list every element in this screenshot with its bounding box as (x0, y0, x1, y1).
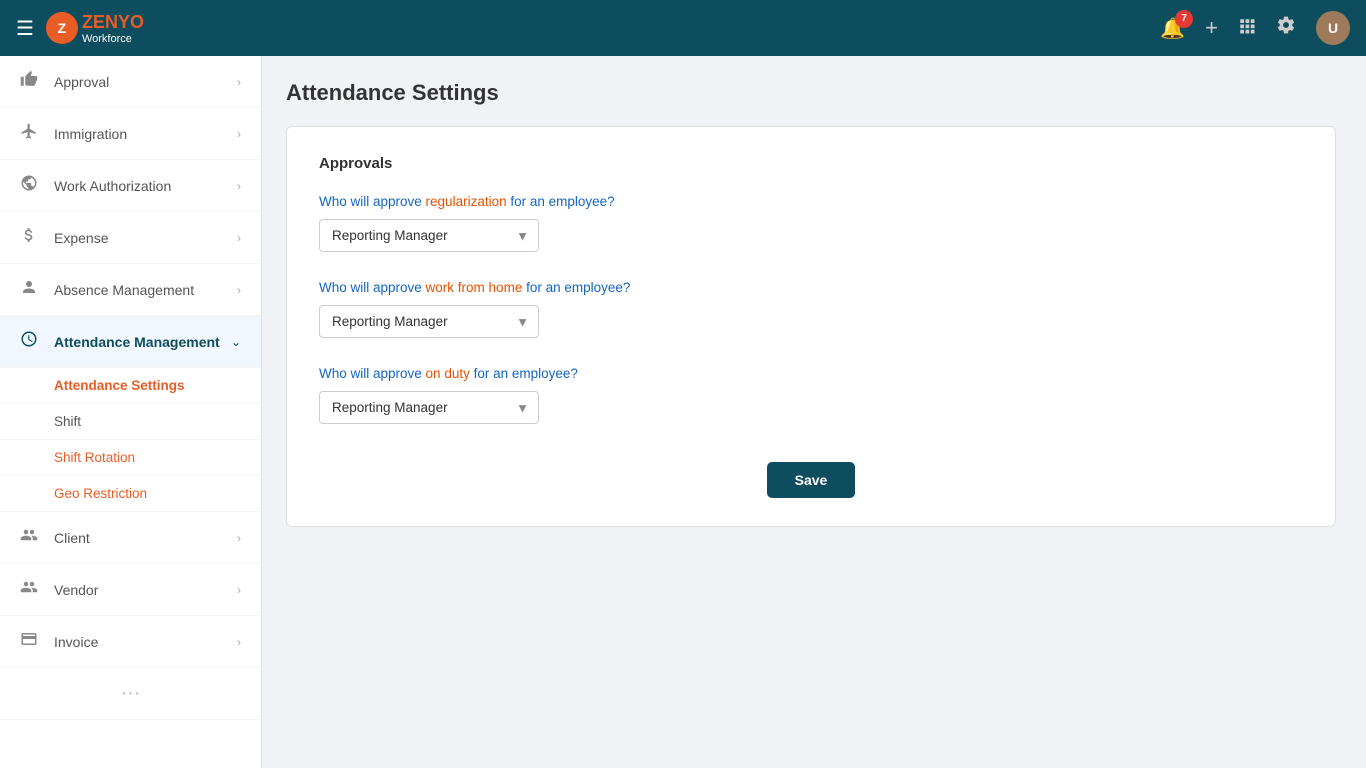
chevron-client: › (237, 531, 241, 545)
sidebar-subitem-shift[interactable]: Shift (0, 404, 261, 440)
question-text-before-2: Who will approve (319, 366, 426, 381)
question-text-after-0: for an employee? (507, 194, 615, 209)
sidebar-subitem-attendance-settings[interactable]: Attendance Settings (0, 368, 261, 404)
chevron-immigration: › (237, 127, 241, 141)
section-title-approvals: Approvals (319, 155, 1303, 172)
page-title: Attendance Settings (286, 80, 1342, 106)
thumbs-up-icon (20, 70, 42, 93)
avatar[interactable]: U (1316, 11, 1350, 45)
select-wrapper-regularization: Reporting Manager HR Manager Direct Mana… (319, 219, 539, 252)
approval-block-on-duty: Who will approve on duty for an employee… (319, 366, 1303, 424)
sidebar-item-work-authorization[interactable]: Work Authorization › (0, 160, 261, 212)
question-text-before-1: Who will approve (319, 280, 426, 295)
client-icon (20, 526, 42, 549)
question-highlight-2: on duty (426, 366, 470, 381)
chevron-invoice: › (237, 635, 241, 649)
sidebar-item-vendor[interactable]: Vendor › (0, 564, 261, 616)
chevron-approval: › (237, 75, 241, 89)
approval-block-wfh: Who will approve work from home for an e… (319, 280, 1303, 338)
select-wrapper-wfh: Reporting Manager HR Manager Direct Mana… (319, 305, 539, 338)
topnav: ☰ Z ZENYO Workforce 🔔 7 + U (0, 0, 1366, 56)
clock-icon (20, 330, 42, 353)
sidebar-label-work-authorization: Work Authorization (54, 178, 237, 194)
sidebar-subitem-geo-restriction[interactable]: Geo Restriction (0, 476, 261, 512)
brand-name: ZENYO (82, 12, 144, 32)
sidebar-label-invoice: Invoice (54, 634, 237, 650)
select-wrapper-on-duty: Reporting Manager HR Manager Direct Mana… (319, 391, 539, 424)
add-button[interactable]: + (1205, 15, 1218, 41)
question-highlight-0: regularization (426, 194, 507, 209)
sidebar-label-approval: Approval (54, 74, 237, 90)
question-text-after-2: for an employee? (470, 366, 578, 381)
sidebar-label-client: Client (54, 530, 237, 546)
select-regularization[interactable]: Reporting Manager HR Manager Direct Mana… (319, 219, 539, 252)
sidebar: Approval › Immigration › Work Authorizat… (0, 56, 262, 768)
grid-icon[interactable] (1238, 17, 1256, 40)
question-wfh: Who will approve work from home for an e… (319, 280, 1303, 295)
sidebar-label-attendance-management: Attendance Management (54, 334, 231, 350)
question-text-before-0: Who will approve (319, 194, 426, 209)
question-on-duty: Who will approve on duty for an employee… (319, 366, 1303, 381)
plane-icon (20, 122, 42, 145)
sidebar-label-expense: Expense (54, 230, 237, 246)
sidebar-item-absence-management[interactable]: Absence Management › (0, 264, 261, 316)
logo: Z ZENYO Workforce (46, 12, 144, 45)
sidebar-item-expense[interactable]: Expense › (0, 212, 261, 264)
sidebar-item-client[interactable]: Client › (0, 512, 261, 564)
chevron-work-authorization: › (237, 179, 241, 193)
sidebar-subitem-shift-rotation[interactable]: Shift Rotation (0, 440, 261, 476)
chevron-absence: › (237, 283, 241, 297)
chevron-attendance: ⌄ (231, 335, 241, 349)
sidebar-label-absence-management: Absence Management (54, 282, 237, 298)
chevron-expense: › (237, 231, 241, 245)
chevron-vendor: › (237, 583, 241, 597)
vendor-icon (20, 578, 42, 601)
sidebar-item-approval[interactable]: Approval › (0, 56, 261, 108)
sidebar-label-vendor: Vendor (54, 582, 237, 598)
sidebar-item-immigration[interactable]: Immigration › (0, 108, 261, 160)
globe-icon (20, 174, 42, 197)
logo-icon: Z (46, 12, 78, 44)
question-text-after-1: for an employee? (522, 280, 630, 295)
sidebar-item-more[interactable]: ··· (0, 668, 261, 720)
settings-icon[interactable] (1276, 15, 1296, 41)
approvals-card: Approvals Who will approve regularizatio… (286, 126, 1336, 527)
approval-block-regularization: Who will approve regularization for an e… (319, 194, 1303, 252)
select-wfh[interactable]: Reporting Manager HR Manager Direct Mana… (319, 305, 539, 338)
absence-icon (20, 278, 42, 301)
sidebar-label-immigration: Immigration (54, 126, 237, 142)
question-regularization: Who will approve regularization for an e… (319, 194, 1303, 209)
sidebar-item-attendance-management[interactable]: Attendance Management ⌄ (0, 316, 261, 368)
main-content: Attendance Settings Approvals Who will a… (262, 56, 1366, 768)
dollar-icon (20, 226, 42, 249)
question-highlight-1: work from home (426, 280, 523, 295)
hamburger-icon[interactable]: ☰ (16, 16, 34, 41)
notification-bell[interactable]: 🔔 7 (1160, 16, 1185, 41)
brand-sub: Workforce (82, 33, 144, 45)
invoice-icon (20, 630, 42, 653)
save-button[interactable]: Save (767, 462, 856, 498)
notification-badge: 7 (1175, 10, 1193, 28)
sidebar-item-invoice[interactable]: Invoice › (0, 616, 261, 668)
select-on-duty[interactable]: Reporting Manager HR Manager Direct Mana… (319, 391, 539, 424)
